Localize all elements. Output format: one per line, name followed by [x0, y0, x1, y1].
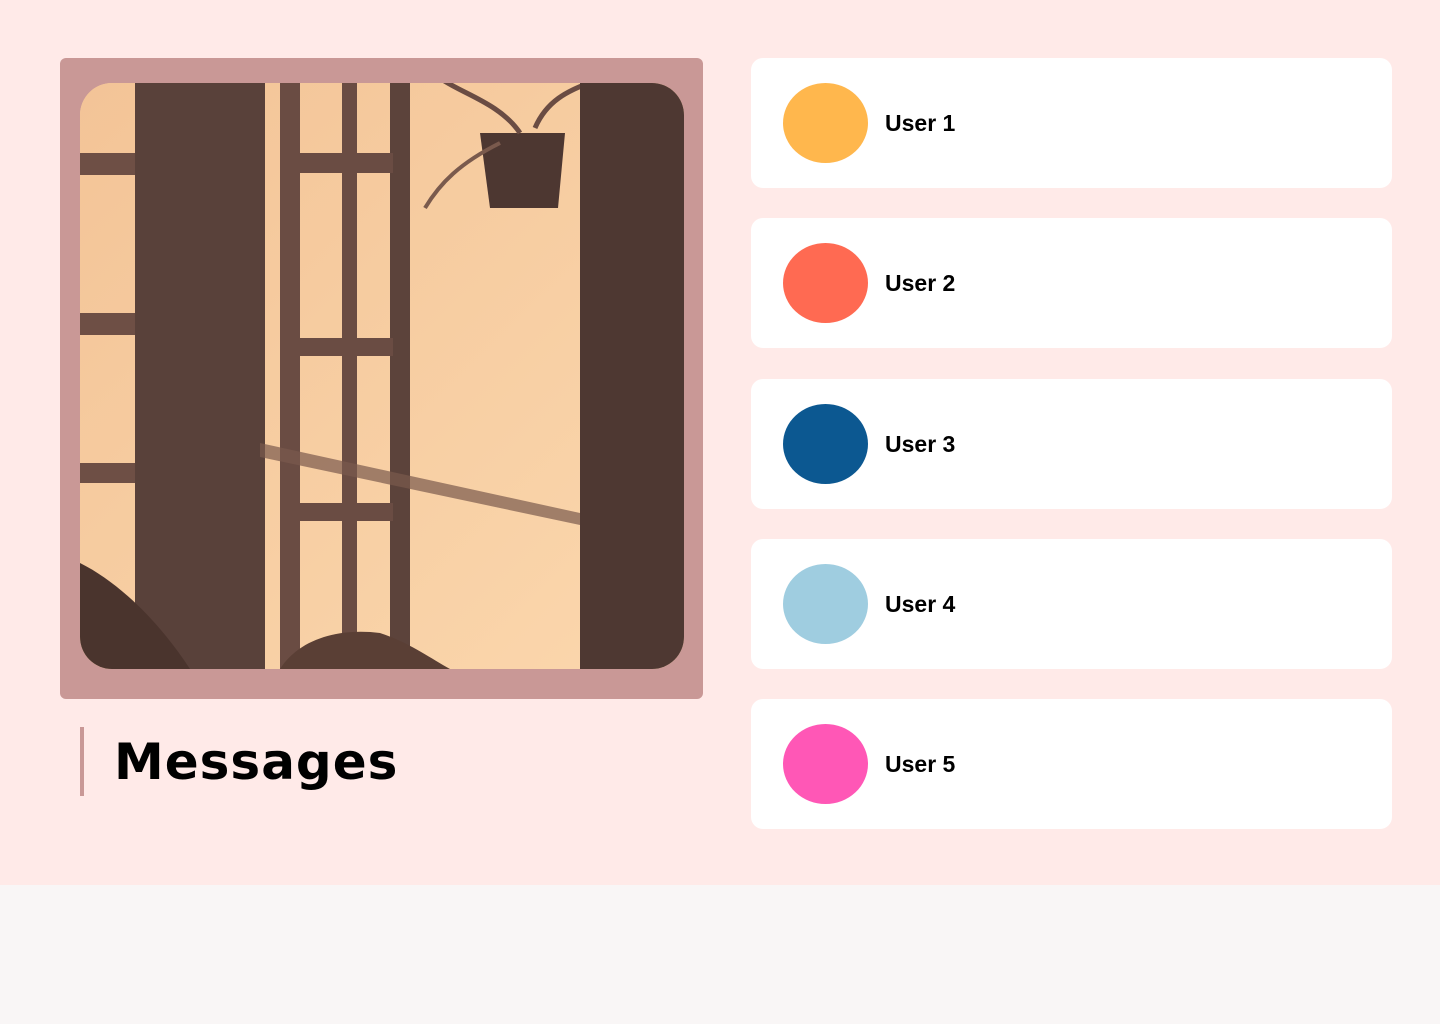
user-name: User 1 — [885, 109, 956, 136]
user-card-5[interactable]: User 5 — [751, 699, 1392, 829]
avatar — [783, 724, 868, 804]
cover-photo — [80, 83, 684, 669]
user-card-2[interactable]: User 2 — [751, 218, 1392, 348]
photo-frame — [60, 58, 703, 699]
user-card-1[interactable]: User 1 — [751, 58, 1392, 188]
user-name: User 3 — [885, 430, 956, 457]
user-card-3[interactable]: User 3 — [751, 379, 1392, 509]
avatar — [783, 83, 868, 163]
user-name: User 5 — [885, 750, 956, 777]
avatar — [783, 404, 868, 484]
page-title: Messages — [114, 732, 399, 791]
user-name: User 4 — [885, 590, 956, 617]
avatar — [783, 564, 868, 644]
user-card-4[interactable]: User 4 — [751, 539, 1392, 669]
cover-photo-image — [80, 83, 684, 669]
messages-panel: Messages User 1 User 2 User 3 User 4 Use… — [0, 0, 1440, 885]
user-name: User 2 — [885, 269, 956, 296]
page-title-wrap: Messages — [80, 727, 398, 796]
avatar — [783, 243, 868, 323]
